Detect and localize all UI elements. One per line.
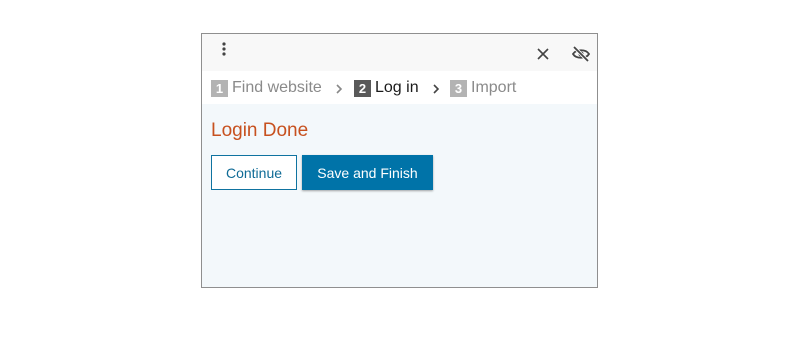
step-number-badge: 1 xyxy=(211,79,228,97)
status-title: Login Done xyxy=(211,120,309,141)
step-number-badge: 3 xyxy=(450,79,467,97)
vertical-dots-icon[interactable] xyxy=(216,40,232,58)
close-icon[interactable] xyxy=(535,46,551,62)
panel-toolbar xyxy=(202,34,597,71)
step-label: Find website xyxy=(232,79,322,96)
step-number-badge: 2 xyxy=(354,79,371,97)
chevron-right-icon xyxy=(433,84,440,94)
eye-slash-icon[interactable] xyxy=(571,45,591,63)
chevron-right-icon xyxy=(336,84,343,94)
step-import[interactable]: 3 Import xyxy=(450,79,516,97)
step-label: Import xyxy=(471,79,517,96)
step-progress: 1 Find website 2 Log in 3 Import xyxy=(202,71,597,104)
step-log-in[interactable]: 2 Log in xyxy=(354,79,419,97)
login-panel: 1 Find website 2 Log in 3 Import Login D… xyxy=(201,33,598,288)
continue-button[interactable]: Continue xyxy=(211,155,297,190)
step-find-website[interactable]: 1 Find website xyxy=(211,79,322,97)
save-and-finish-button[interactable]: Save and Finish xyxy=(302,155,433,190)
step-label: Log in xyxy=(375,79,419,96)
